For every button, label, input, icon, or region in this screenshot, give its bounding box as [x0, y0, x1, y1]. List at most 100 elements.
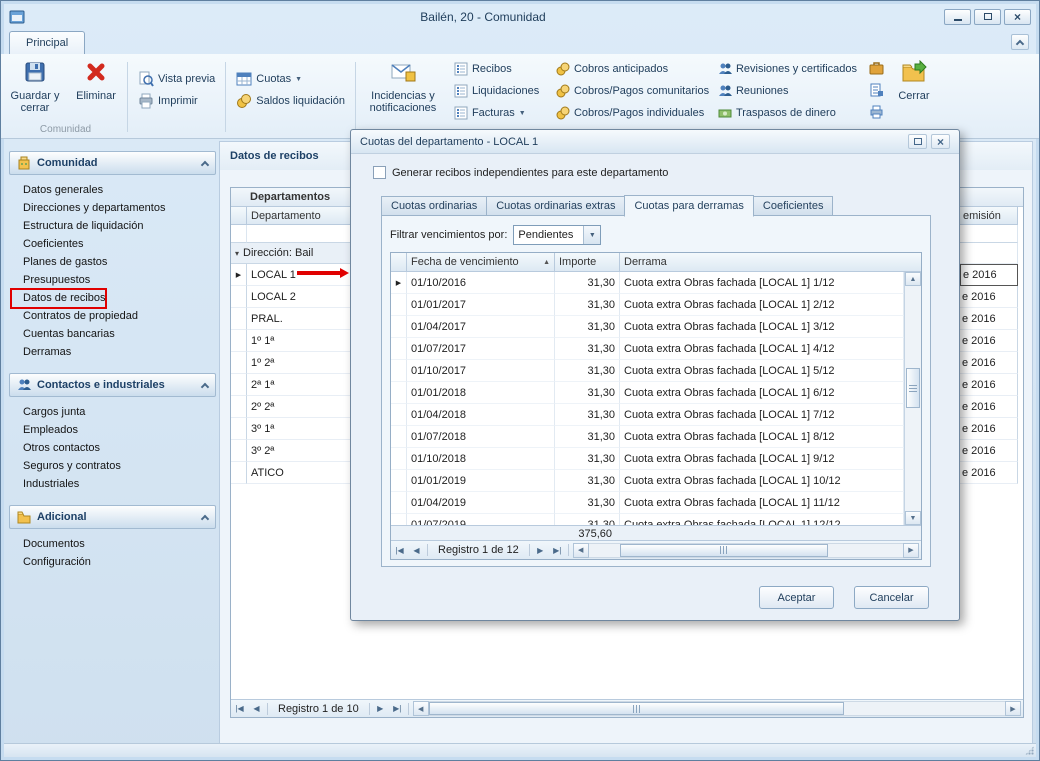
emision-cell[interactable]: e 2016 — [960, 396, 1018, 418]
emision-cell[interactable]: e 2016 — [960, 286, 1018, 308]
scrollbar-thumb[interactable] — [429, 702, 844, 715]
saldos-button[interactable]: Saldos liquidación — [233, 90, 348, 112]
emision-cell[interactable]: e 2016 — [960, 418, 1018, 440]
grid-row[interactable]: 01/07/201831,30Cuota extra Obras fachada… — [391, 426, 904, 448]
cancelar-button[interactable]: Cancelar — [854, 586, 929, 609]
scrollbar-thumb[interactable] — [906, 368, 920, 408]
dialog-close-button[interactable]: × — [931, 134, 950, 149]
scrollbar-track[interactable] — [429, 701, 1005, 716]
save-close-button[interactable]: Guardar y cerrar — [7, 56, 63, 124]
sidebar-item-presupuestos[interactable]: Presupuestos — [17, 271, 216, 289]
revisiones-button[interactable]: Revisiones y certificados — [715, 58, 863, 80]
sidebar-item-configuraci-n[interactable]: Configuración — [17, 553, 216, 571]
importe-column-header[interactable]: Importe — [555, 253, 620, 272]
emision-cell[interactable]: e 2016 — [960, 462, 1018, 484]
horizontal-scrollbar[interactable]: ◀ ▶ — [413, 701, 1021, 716]
emision-cell[interactable]: e 2016 — [960, 308, 1018, 330]
group-expand-icon[interactable]: ▾ — [235, 249, 239, 258]
grid-row[interactable]: 01/07/201931,30Cuota extra Obras fachada… — [391, 514, 904, 525]
grid-row[interactable]: 01/07/201731,30Cuota extra Obras fachada… — [391, 338, 904, 360]
nav-first-button[interactable]: |◀ — [231, 704, 248, 713]
sidebar-group-contactos[interactable]: Contactos e industriales — [9, 373, 216, 397]
cobros-pagos-individuales-button[interactable]: Cobros/Pagos individuales — [553, 102, 707, 124]
sidebar-group-adicional[interactable]: Adicional — [9, 505, 216, 529]
grid-row[interactable]: 01/04/201831,30Cuota extra Obras fachada… — [391, 404, 904, 426]
dialog-tab-coeficientes[interactable]: Coeficientes — [754, 196, 834, 216]
nav-last-button[interactable]: ▶| — [389, 704, 406, 713]
icon-button-3[interactable] — [869, 102, 884, 124]
dialog-tab-cuotas-para-derramas[interactable]: Cuotas para derramas — [624, 195, 753, 217]
grid-row[interactable]: 01/01/201731,30Cuota extra Obras fachada… — [391, 294, 904, 316]
grid-row[interactable]: 01/04/201731,30Cuota extra Obras fachada… — [391, 316, 904, 338]
sidebar-item-empleados[interactable]: Empleados — [17, 421, 216, 439]
icon-button-2[interactable] — [869, 80, 884, 102]
sidebar-item-otros-contactos[interactable]: Otros contactos — [17, 439, 216, 457]
sidebar-item-derramas[interactable]: Derramas — [17, 343, 216, 361]
ribbon-collapse-button[interactable] — [1011, 34, 1029, 50]
cerrar-button[interactable]: Cerrar — [886, 56, 942, 126]
preview-button[interactable]: Vista previa — [135, 68, 218, 90]
nav-first-button[interactable]: |◀ — [391, 546, 408, 555]
scroll-right-button[interactable]: ▶ — [903, 543, 919, 558]
grid-row[interactable]: 01/10/201831,30Cuota extra Obras fachada… — [391, 448, 904, 470]
maximize-button[interactable] — [974, 9, 1001, 25]
cobros-anticipados-button[interactable]: Cobros anticipados — [553, 58, 707, 80]
liquidaciones-button[interactable]: Liquidaciones — [451, 80, 545, 102]
filter-cell[interactable] — [960, 225, 1018, 243]
grid-row[interactable]: ▶01/10/201631,30Cuota extra Obras fachad… — [391, 272, 904, 294]
print-button[interactable]: Imprimir — [135, 90, 218, 112]
facturas-dropdown-button[interactable]: Facturas ▼ — [451, 102, 545, 124]
nav-next-button[interactable]: ▶ — [532, 546, 549, 555]
grid-row[interactable]: 01/04/201931,30Cuota extra Obras fachada… — [391, 492, 904, 514]
cobros-pagos-comunitarios-button[interactable]: Cobros/Pagos comunitarios — [553, 80, 707, 102]
emision-cell[interactable]: e 2016 — [960, 374, 1018, 396]
icon-button-1[interactable] — [869, 58, 884, 80]
grid-row[interactable]: 01/01/201931,30Cuota extra Obras fachada… — [391, 470, 904, 492]
vencimientos-filter-combo[interactable]: Pendientes ▼ — [513, 225, 601, 245]
cuotas-dropdown-button[interactable]: Cuotas ▼ — [233, 68, 348, 90]
combo-dropdown-button[interactable]: ▼ — [583, 226, 600, 244]
emision-cell[interactable]: e 2016 — [960, 264, 1018, 286]
emision-cell[interactable]: e 2016 — [960, 352, 1018, 374]
checkbox[interactable] — [373, 166, 386, 179]
sidebar-item-datos-generales[interactable]: Datos generales — [17, 181, 216, 199]
close-button[interactable]: × — [1004, 9, 1031, 25]
incidencias-button[interactable]: Incidencias y notificaciones — [359, 56, 447, 126]
sidebar-item-planes-de-gastos[interactable]: Planes de gastos — [17, 253, 216, 271]
minimize-button[interactable] — [944, 9, 971, 25]
recibos-button[interactable]: Recibos — [451, 58, 545, 80]
emision-column-header[interactable]: emisión — [960, 207, 1018, 225]
grid-row[interactable]: 01/01/201831,30Cuota extra Obras fachada… — [391, 382, 904, 404]
derrama-column-header[interactable]: Derrama — [620, 253, 921, 272]
sidebar-item-estructura-de-liquidaci-n[interactable]: Estructura de liquidación — [17, 217, 216, 235]
tab-principal[interactable]: Principal — [9, 31, 85, 54]
sidebar-item-cargos-junta[interactable]: Cargos junta — [17, 403, 216, 421]
sidebar-item-coeficientes[interactable]: Coeficientes — [17, 235, 216, 253]
emision-cell[interactable]: e 2016 — [960, 330, 1018, 352]
nav-last-button[interactable]: ▶| — [549, 546, 566, 555]
grid-row[interactable]: 01/10/201731,30Cuota extra Obras fachada… — [391, 360, 904, 382]
resize-grip-icon[interactable] — [1025, 746, 1034, 755]
delete-button[interactable]: Eliminar — [68, 56, 124, 124]
scroll-up-button[interactable]: ▲ — [905, 272, 921, 286]
sidebar-item-cuentas-bancarias[interactable]: Cuentas bancarias — [17, 325, 216, 343]
emision-cell[interactable]: e 2016 — [960, 440, 1018, 462]
nav-prev-button[interactable]: ◀ — [408, 546, 425, 555]
scroll-down-button[interactable]: ▼ — [905, 511, 921, 525]
sidebar-item-documentos[interactable]: Documentos — [17, 535, 216, 553]
sidebar-group-comunidad[interactable]: Comunidad — [9, 151, 216, 175]
sidebar-item-contratos-de-propiedad[interactable]: Contratos de propiedad — [17, 307, 216, 325]
nav-next-button[interactable]: ▶ — [372, 704, 389, 713]
fecha-column-header[interactable]: Fecha de vencimiento ▲ — [407, 253, 555, 272]
nav-prev-button[interactable]: ◀ — [248, 704, 265, 713]
dialog-tab-cuotas-ordinarias-extras[interactable]: Cuotas ordinarias extras — [486, 196, 624, 216]
horizontal-scrollbar[interactable]: ◀ ▶ — [573, 543, 919, 558]
scrollbar-track[interactable] — [589, 543, 903, 558]
scroll-left-button[interactable]: ◀ — [413, 701, 429, 716]
traspasos-button[interactable]: Traspasos de dinero — [715, 102, 863, 124]
scrollbar-thumb[interactable] — [620, 544, 827, 557]
dialog-tab-cuotas-ordinarias[interactable]: Cuotas ordinarias — [381, 196, 486, 216]
scroll-left-button[interactable]: ◀ — [573, 543, 589, 558]
scroll-right-button[interactable]: ▶ — [1005, 701, 1021, 716]
aceptar-button[interactable]: Aceptar — [759, 586, 834, 609]
